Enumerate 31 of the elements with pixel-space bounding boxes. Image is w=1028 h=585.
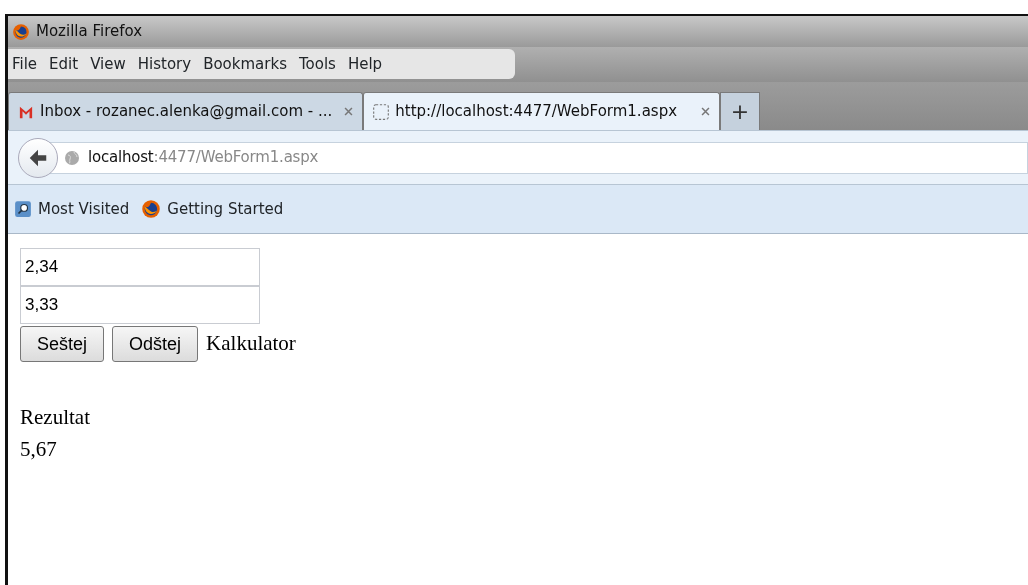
new-tab-button[interactable]: + [720,92,761,130]
browser-tab[interactable]: http://localhost:4477/WebForm1.aspx [363,92,721,130]
window-title: Mozilla Firefox [36,21,143,43]
browser-tab[interactable]: Inbox - rozanec.alenka@gmail.com - ... [8,92,364,130]
menu-item[interactable]: Edit [49,52,79,76]
mail-icon [17,104,35,119]
blank-page-icon [372,102,391,121]
input-field[interactable]: 2,34 [20,248,260,286]
search-icon [14,200,32,218]
menu-item[interactable]: Tools [298,52,336,76]
address-field[interactable]: localhost:4477/WebForm1.aspx [48,141,1028,174]
menu-item[interactable]: History [137,52,192,76]
result-label: Rezultat [20,404,90,431]
caption-text: Kalkulator [206,330,296,358]
firefox-icon [12,22,30,41]
input-field[interactable]: 3,33 [20,286,260,324]
result-value: 5,67 [20,436,57,461]
close-icon[interactable] [343,106,355,117]
form-button[interactable]: Odštej [112,326,199,362]
menu-item[interactable]: Help [347,52,383,76]
url-text: localhost:4477/WebForm1.aspx [88,147,319,169]
globe-icon [64,149,80,166]
menu-item[interactable]: Bookmarks [203,52,287,76]
firefox-icon [141,199,162,219]
menu-item[interactable]: File [12,52,38,76]
menu-item[interactable]: View [90,52,126,76]
bookmark-link[interactable]: Most Visited [38,197,130,221]
bookmark-link[interactable]: Getting Started [167,197,284,221]
form-button[interactable]: Seštej [20,326,105,362]
close-icon[interactable] [700,106,712,117]
back-button[interactable] [18,137,58,178]
